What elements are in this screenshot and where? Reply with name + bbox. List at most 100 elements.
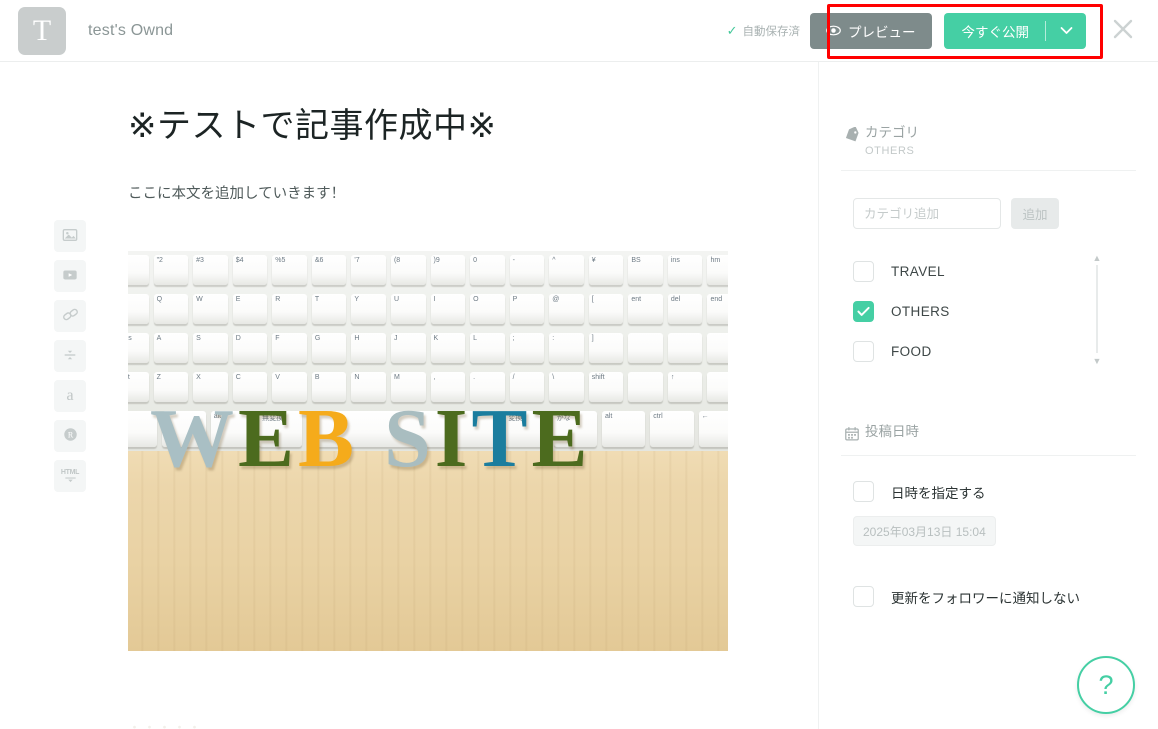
category-checkbox-others[interactable] [853, 300, 874, 322]
html-icon-button[interactable]: HTML [54, 460, 86, 492]
post-body-text[interactable]: ここに本文を追加していきます！ [128, 181, 818, 207]
keyboard-key: ↑ [667, 372, 703, 403]
category-list: TRAVEL OTHERS FOOD ▲ ▼ [853, 251, 1101, 371]
rakuten-icon: R [62, 426, 79, 446]
keyboard-key: ] [588, 333, 624, 364]
category-add-button[interactable]: 追加 [1011, 198, 1059, 230]
notify-checkbox[interactable] [853, 586, 874, 608]
preview-button[interactable]: プレビュー [810, 12, 932, 49]
keyboard-key: F [272, 333, 307, 364]
keyboard-key: T [311, 294, 347, 325]
calendar-icon [839, 426, 865, 442]
keyboard-key: '7 [351, 255, 386, 286]
notify-row[interactable]: 更新をフォロワーに通知しない [853, 586, 1158, 608]
category-item-travel[interactable]: TRAVEL [853, 251, 1095, 291]
keyboard-key: shift [588, 372, 624, 403]
eye-icon [826, 23, 841, 38]
keyboard-key: 0 [470, 255, 505, 286]
keyboard-row: tabQ WE RT YU IO P@ [ent delend [128, 294, 728, 325]
article-editor[interactable]: ※テストで記事作成中※ ここに本文を追加していきます！ !1"2 #3$4 %5… [128, 62, 818, 729]
publish-button[interactable]: 今すぐ公開 [944, 13, 1046, 49]
link-icon-button[interactable] [54, 300, 86, 332]
keyboard-key: #3 [193, 255, 228, 286]
category-checkbox-food[interactable] [853, 340, 874, 362]
letter-t: T [471, 392, 528, 486]
site-title: test's Ownd [88, 21, 174, 39]
keyboard-key: ctrl [650, 411, 694, 448]
svg-text:R: R [67, 431, 73, 440]
keyboard-key: - [509, 255, 545, 286]
keyboard-key: %5 [272, 255, 307, 286]
question-mark-icon: ? [1098, 669, 1114, 700]
keyboard-key: E [232, 294, 268, 325]
help-button[interactable]: ? [1077, 656, 1135, 714]
site-logo-letter: T [32, 13, 52, 47]
keyboard-key: ent [628, 294, 663, 325]
category-scrollbar[interactable]: ▲ ▼ [1091, 253, 1103, 366]
rakuten-icon-button[interactable]: R [54, 420, 86, 452]
keyboard-row: capsA SD FG HJ KL ;: ] [128, 333, 728, 364]
keyboard-key: $4 [232, 255, 268, 286]
amazon-letter: a [66, 387, 74, 404]
publish-options-button[interactable] [1046, 13, 1086, 49]
category-item-others[interactable]: OTHERS [853, 291, 1095, 331]
keyboard-key: N [351, 372, 386, 403]
keyboard-key: A [153, 333, 189, 364]
site-logo[interactable]: T [18, 6, 66, 55]
check-icon: ✓ [726, 22, 738, 38]
schedule-divider [841, 455, 1136, 457]
keyboard-key: @ [549, 294, 584, 325]
post-image[interactable]: !1"2 #3$4 %5&6 '7(8 )90 -^ ¥BS inshm tab… [128, 251, 728, 652]
link-icon [62, 306, 79, 326]
schedule-specify-checkbox[interactable] [853, 481, 874, 503]
schedule-title: 投稿日時 [865, 424, 919, 440]
keyboard-key [628, 372, 663, 403]
keyboard-key: P [509, 294, 545, 325]
post-title[interactable]: ※テストで記事作成中※ [128, 98, 818, 147]
keyboard-key: !1 [128, 255, 149, 286]
keyboard-key: D [232, 333, 268, 364]
keyboard-key: S [193, 333, 228, 364]
keyboard-key: Y [351, 294, 386, 325]
html-label: HTML [60, 469, 80, 476]
scrollbar-track [1096, 265, 1098, 354]
trailing-text: ・・・・・ [128, 720, 204, 729]
scroll-down-arrow-icon[interactable]: ▼ [1093, 356, 1102, 366]
amazon-icon-button[interactable]: a [54, 380, 86, 412]
keyboard-key: J [390, 333, 426, 364]
keyboard-key: BS [628, 255, 663, 286]
keyboard-key: ← [698, 411, 728, 448]
keyboard-key: : [549, 333, 584, 364]
divider-icon-button[interactable] [54, 340, 86, 372]
image-icon [62, 227, 78, 246]
category-checkbox-travel[interactable] [853, 260, 874, 282]
letter-i: I [434, 392, 468, 486]
keyboard-key: ins [667, 255, 703, 286]
keyboard-key: (8 [390, 255, 426, 286]
keyboard-key: tab [128, 294, 149, 325]
schedule-datetime-field[interactable]: 2025年03月13日 15:04 [853, 516, 996, 547]
notify-label: 更新をフォロワーに通知しない [891, 590, 1080, 606]
category-item-food[interactable]: FOOD [853, 331, 1095, 371]
scroll-up-arrow-icon[interactable]: ▲ [1093, 253, 1102, 263]
video-icon-button[interactable] [54, 260, 86, 292]
schedule-panel-header: 投稿日時 [819, 371, 1158, 442]
keyboard-key: )9 [430, 255, 466, 286]
video-icon [62, 267, 78, 286]
close-button[interactable] [1100, 8, 1146, 54]
keyboard-key: L [470, 333, 505, 364]
keyboard-key: shift [128, 372, 149, 403]
keyboard-key: ^ [549, 255, 584, 286]
keyboard-key [707, 333, 728, 364]
image-icon-button[interactable] [54, 220, 86, 252]
schedule-specify-label: 日時を指定する [891, 485, 986, 501]
html-icon: HTML [61, 469, 79, 483]
schedule-specify-row[interactable]: 日時を指定する [853, 481, 1158, 503]
category-add-input[interactable] [853, 198, 1001, 230]
keyboard-key: R [272, 294, 307, 325]
app-header: T test's Ownd ✓ 自動保存済 プレビュー 今すぐ公開 [0, 0, 1158, 62]
keyboard-key: del [667, 294, 703, 325]
category-add-row: 追加 [853, 198, 1158, 230]
category-title: カテゴリ [865, 125, 919, 140]
letter-w: W [150, 392, 234, 486]
